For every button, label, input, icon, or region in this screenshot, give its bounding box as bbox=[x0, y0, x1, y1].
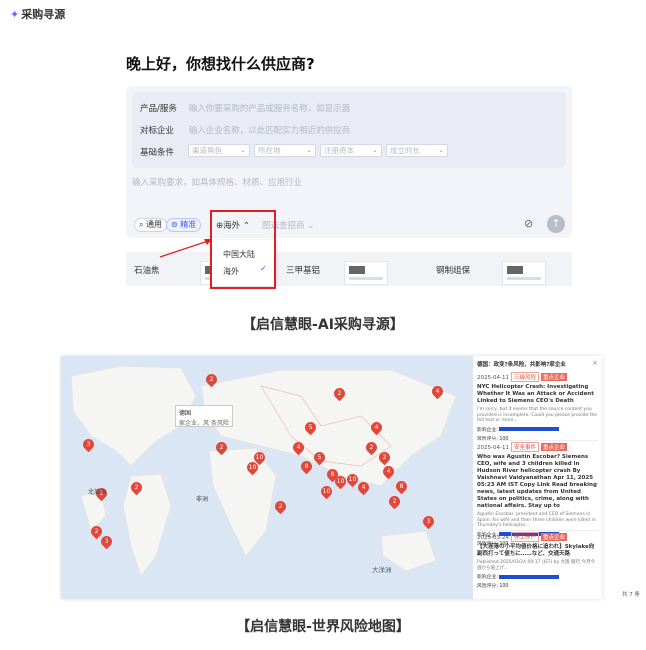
risk-pin[interactable]: 2 bbox=[386, 493, 403, 510]
risk-pin[interactable]: 2 bbox=[128, 479, 145, 496]
greeting-heading: 晚上好，你想找什么供应商? bbox=[126, 55, 315, 73]
risk-news-panel: 德国：政变?条风险，共影响?家企业 × 2025-04-11 三级风险 重点企业 N… bbox=[473, 356, 602, 599]
attach-icon[interactable]: ⊘ bbox=[524, 217, 533, 230]
continents bbox=[70, 365, 457, 578]
risk-pin[interactable]: 3 bbox=[98, 533, 115, 550]
news-item[interactable]: 2025-03-24 停工停产 重点企业 【大连港の小平均値价格に追われ】Skyla… bbox=[477, 532, 598, 589]
chevron-down-icon: ⌄ bbox=[306, 146, 312, 154]
product-input[interactable]: 输入你要采购的产品或服务名称，如显示器 bbox=[189, 104, 351, 114]
news-total-count: 共 7 条 bbox=[622, 592, 640, 598]
annotation-arrow bbox=[159, 239, 212, 258]
card-thumbnail bbox=[344, 261, 388, 285]
company-row: 对标企业 输入企业名称，以此匹配实力相近的供应商 bbox=[140, 124, 350, 136]
risk-pin[interactable]: 4 bbox=[355, 479, 372, 496]
risk-pin[interactable]: 3 bbox=[80, 436, 97, 453]
risk-pin[interactable]: 5 bbox=[311, 449, 328, 466]
risk-pin[interactable]: 4 bbox=[429, 383, 446, 400]
news-item[interactable]: 2025-04-11 三级风险 重点企业 NYC Helicopter Crash:… bbox=[477, 372, 598, 442]
annotation-box bbox=[210, 210, 276, 289]
product-row: 产品/服务 输入你要采购的产品或服务名称，如显示器 bbox=[140, 102, 350, 114]
company-label: 对标企业 bbox=[140, 126, 175, 136]
risk-pin[interactable]: 4 bbox=[380, 463, 397, 480]
risk-pin[interactable]: 2 bbox=[213, 439, 230, 456]
product-label: 产品/服务 bbox=[140, 104, 177, 114]
card-thumbnail bbox=[502, 261, 546, 285]
capital-select[interactable]: 注册资本 ⌄ bbox=[320, 144, 382, 157]
card-name: 钢制组保 bbox=[436, 266, 471, 276]
risk-pin[interactable]: 2 bbox=[363, 439, 380, 456]
country-tooltip: 德国 家企业，风 条风险 bbox=[175, 405, 233, 427]
channel-role-select[interactable]: 渠道角色 ⌄ bbox=[188, 144, 250, 157]
close-icon[interactable]: × bbox=[592, 359, 598, 367]
send-button[interactable]: ↑ bbox=[547, 215, 565, 233]
category-card[interactable]: 钢制组保 bbox=[436, 258, 576, 285]
risk-pin[interactable]: 10 bbox=[332, 473, 349, 490]
location-select[interactable]: 所在地 ⌄ bbox=[254, 144, 316, 157]
risk-pin[interactable]: 4 bbox=[290, 439, 307, 456]
category-card[interactable]: 三甲基铝 bbox=[286, 258, 426, 285]
chevron-down-icon: ⌄ bbox=[438, 146, 444, 154]
basic-label: 基础条件 bbox=[140, 148, 175, 158]
news-header: 德国：政变?条风险，共影响?家企业 bbox=[477, 362, 566, 368]
chevron-down-icon: ⌄ bbox=[372, 146, 378, 154]
world-risk-map[interactable]: 2 2 4 3 2 2 2 3 10 10 2 4 8 5 8 10 10 4 … bbox=[61, 356, 473, 599]
risk-pin[interactable]: 8 bbox=[298, 458, 315, 475]
risk-pin[interactable]: 2 bbox=[331, 385, 348, 402]
basic-row: 基础条件 bbox=[140, 146, 186, 158]
risk-pin[interactable]: 8 bbox=[393, 478, 410, 495]
card-name: 三甲基铝 bbox=[286, 266, 321, 276]
sparkle-icon: ✦ bbox=[10, 8, 20, 21]
risk-pin[interactable]: 3 bbox=[420, 513, 437, 530]
region-label-africa: 非洲 bbox=[196, 496, 209, 503]
region-label-pacific: 大洋洲 bbox=[372, 566, 392, 574]
risk-pin[interactable]: 2 bbox=[376, 449, 393, 466]
caption-risk-map: 【启信慧眼-世界风险地图】 bbox=[236, 619, 410, 635]
risk-pin[interactable]: 2 bbox=[203, 371, 220, 388]
app-title: ✦ 采购寻源 bbox=[10, 8, 66, 21]
risk-pin[interactable]: 10 bbox=[244, 459, 261, 476]
risk-pin[interactable]: 10 bbox=[318, 483, 335, 500]
chevron-down-icon: ⌄ bbox=[240, 146, 246, 154]
company-input[interactable]: 输入企业名称，以此匹配实力相近的供应商 bbox=[189, 126, 351, 136]
card-name: 石油焦 bbox=[134, 266, 160, 276]
risk-pin[interactable]: 2 bbox=[272, 498, 289, 515]
region-label-na: 北美洲 bbox=[88, 489, 107, 496]
risk-pin[interactable]: 5 bbox=[302, 419, 319, 436]
duration-select[interactable]: 成立时长 ⌄ bbox=[386, 144, 448, 157]
risk-pin[interactable]: 4 bbox=[368, 419, 385, 436]
requirement-input[interactable]: 输入采购要求，如具体规格、材质、应用行业 bbox=[132, 176, 302, 188]
caption-sourcing: 【启信慧眼-AI采购寻源】 bbox=[242, 317, 404, 333]
